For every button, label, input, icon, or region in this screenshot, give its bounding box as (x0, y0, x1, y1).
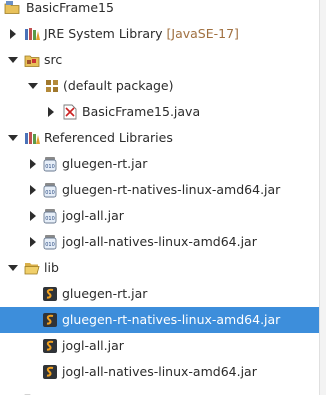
jar-file-icon (42, 364, 58, 380)
package-icon (44, 78, 60, 94)
ref-jar-label: jogl-all-natives-linux-amd64.jar (62, 234, 257, 249)
tree-row-project[interactable]: BasicFrame15 (0, 0, 320, 21)
vertical-scrollbar[interactable] (319, 0, 326, 395)
java-file-icon (62, 104, 78, 120)
tree-row-ref-jar[interactable]: 010 jogl-all-natives-linux-amd64.jar (0, 229, 320, 255)
default-package-label: (default package) (63, 78, 174, 93)
tree-row-lib[interactable]: lib (0, 255, 320, 281)
chevron-down-icon[interactable] (8, 265, 18, 271)
java-project-icon (4, 0, 20, 15)
referenced-libraries-label: Referenced Libraries (44, 130, 173, 145)
folder-icon (24, 391, 40, 395)
jre-label: JRE System Library (44, 26, 163, 41)
jar-icon: 010 (42, 234, 58, 250)
library-icon (24, 130, 40, 146)
open-folder-icon (24, 260, 40, 276)
jar-file-icon (42, 338, 58, 354)
jar-icon: 010 (42, 208, 58, 224)
tree-row-referenced-libraries[interactable]: Referenced Libraries (0, 125, 320, 151)
tree-row-src[interactable]: src (0, 47, 320, 73)
chevron-right-icon[interactable] (48, 107, 54, 117)
ref-jar-label: jogl-all.jar (62, 208, 124, 223)
source-folder-icon (24, 52, 40, 68)
lib-jar-label: jogl-all-natives-linux-amd64.jar (62, 364, 257, 379)
jar-icon: 010 (42, 182, 58, 198)
jar-icon: 010 (42, 156, 58, 172)
svg-text:010: 010 (45, 242, 55, 248)
project-label: BasicFrame15 (26, 0, 114, 15)
lib-jar-label: jogl-all.jar (62, 338, 124, 353)
ref-jar-label: gluegen-rt.jar (62, 156, 148, 171)
chevron-right-icon[interactable] (30, 237, 36, 247)
jar-file-icon (42, 286, 58, 302)
jar-file-icon (42, 312, 58, 328)
chevron-down-icon[interactable] (8, 57, 18, 63)
library-icon (24, 26, 40, 42)
chevron-right-icon[interactable] (30, 185, 36, 195)
lib-label: lib (44, 260, 59, 275)
tree-row-lib-jar[interactable]: jogl-all-natives-linux-amd64.jar (0, 359, 320, 385)
lib-jar-label: gluegen-rt-natives-linux-amd64.jar (62, 312, 281, 327)
tree-row-java-file[interactable]: BasicFrame15.java (0, 99, 320, 125)
lib-jar-label: gluegen-rt.jar (62, 286, 148, 301)
tree-row-lib-jar-selected[interactable]: gluegen-rt-natives-linux-amd64.jar (0, 307, 320, 333)
tree-row-lib-jar[interactable]: jogl-all.jar (0, 333, 320, 359)
svg-text:010: 010 (45, 164, 55, 170)
tree-row-partial[interactable] (0, 386, 320, 395)
tree-row-ref-jar[interactable]: 010 jogl-all.jar (0, 203, 320, 229)
chevron-down-icon[interactable] (8, 135, 18, 141)
ref-jar-label: gluegen-rt-natives-linux-amd64.jar (62, 182, 281, 197)
tree-row-lib-jar[interactable]: gluegen-rt.jar (0, 281, 320, 307)
chevron-right-icon[interactable] (30, 159, 36, 169)
src-label: src (44, 52, 63, 67)
chevron-right-icon[interactable] (30, 211, 36, 221)
java-file-label: BasicFrame15.java (82, 104, 201, 119)
tree-row-default-package[interactable]: (default package) (0, 73, 320, 99)
package-explorer-tree: BasicFrame15 JRE System Library [JavaSE-… (0, 0, 320, 395)
tree-row-ref-jar[interactable]: 010 gluegen-rt-natives-linux-amd64.jar (0, 177, 320, 203)
tree-row-jre[interactable]: JRE System Library [JavaSE-17] (0, 21, 320, 47)
chevron-down-icon[interactable] (28, 83, 38, 89)
jre-version-decoration: [JavaSE-17] (166, 26, 239, 41)
svg-text:010: 010 (45, 190, 55, 196)
svg-text:010: 010 (45, 216, 55, 222)
tree-row-ref-jar[interactable]: 010 gluegen-rt.jar (0, 151, 320, 177)
chevron-right-icon[interactable] (10, 29, 16, 39)
